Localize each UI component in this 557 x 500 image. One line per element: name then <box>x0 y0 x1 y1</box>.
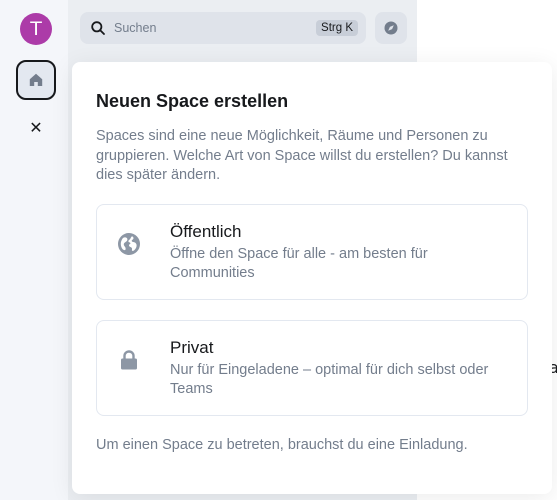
home-icon <box>28 72 44 88</box>
space-bar: T ✕ <box>0 0 68 500</box>
dialog-footer-note: Um einen Space zu betreten, brauchst du … <box>96 437 468 453</box>
globe-icon <box>117 232 141 256</box>
search-shortcut: Strg K <box>316 20 358 36</box>
search-button[interactable]: Suchen Strg K <box>80 12 366 44</box>
home-button[interactable] <box>16 60 56 100</box>
lock-icon <box>117 348 141 372</box>
public-space-option[interactable]: Öffentlich Öffne den Space für alle - am… <box>96 204 528 300</box>
compass-icon <box>383 20 399 36</box>
user-avatar[interactable]: T <box>20 13 52 45</box>
explore-rooms-button[interactable] <box>375 12 407 44</box>
public-option-title: Öffentlich <box>170 222 242 241</box>
search-placeholder: Suchen <box>114 21 157 35</box>
dialog-title: Neuen Space erstellen <box>96 91 289 111</box>
search-icon <box>90 20 106 36</box>
private-option-title: Privat <box>170 338 214 357</box>
dialog-description: Spaces sind eine neue Möglichkeit, Räume… <box>96 128 508 183</box>
private-option-description: Nur für Eingeladene – optimal für dich s… <box>170 362 489 397</box>
public-option-description: Öffne den Space für alle - am besten für… <box>170 246 428 281</box>
close-icon[interactable]: ✕ <box>26 118 46 138</box>
create-space-dialog: Neuen Space erstellen Spaces sind eine n… <box>72 62 552 494</box>
private-space-option[interactable]: Privat Nur für Eingeladene – optimal für… <box>96 320 528 416</box>
